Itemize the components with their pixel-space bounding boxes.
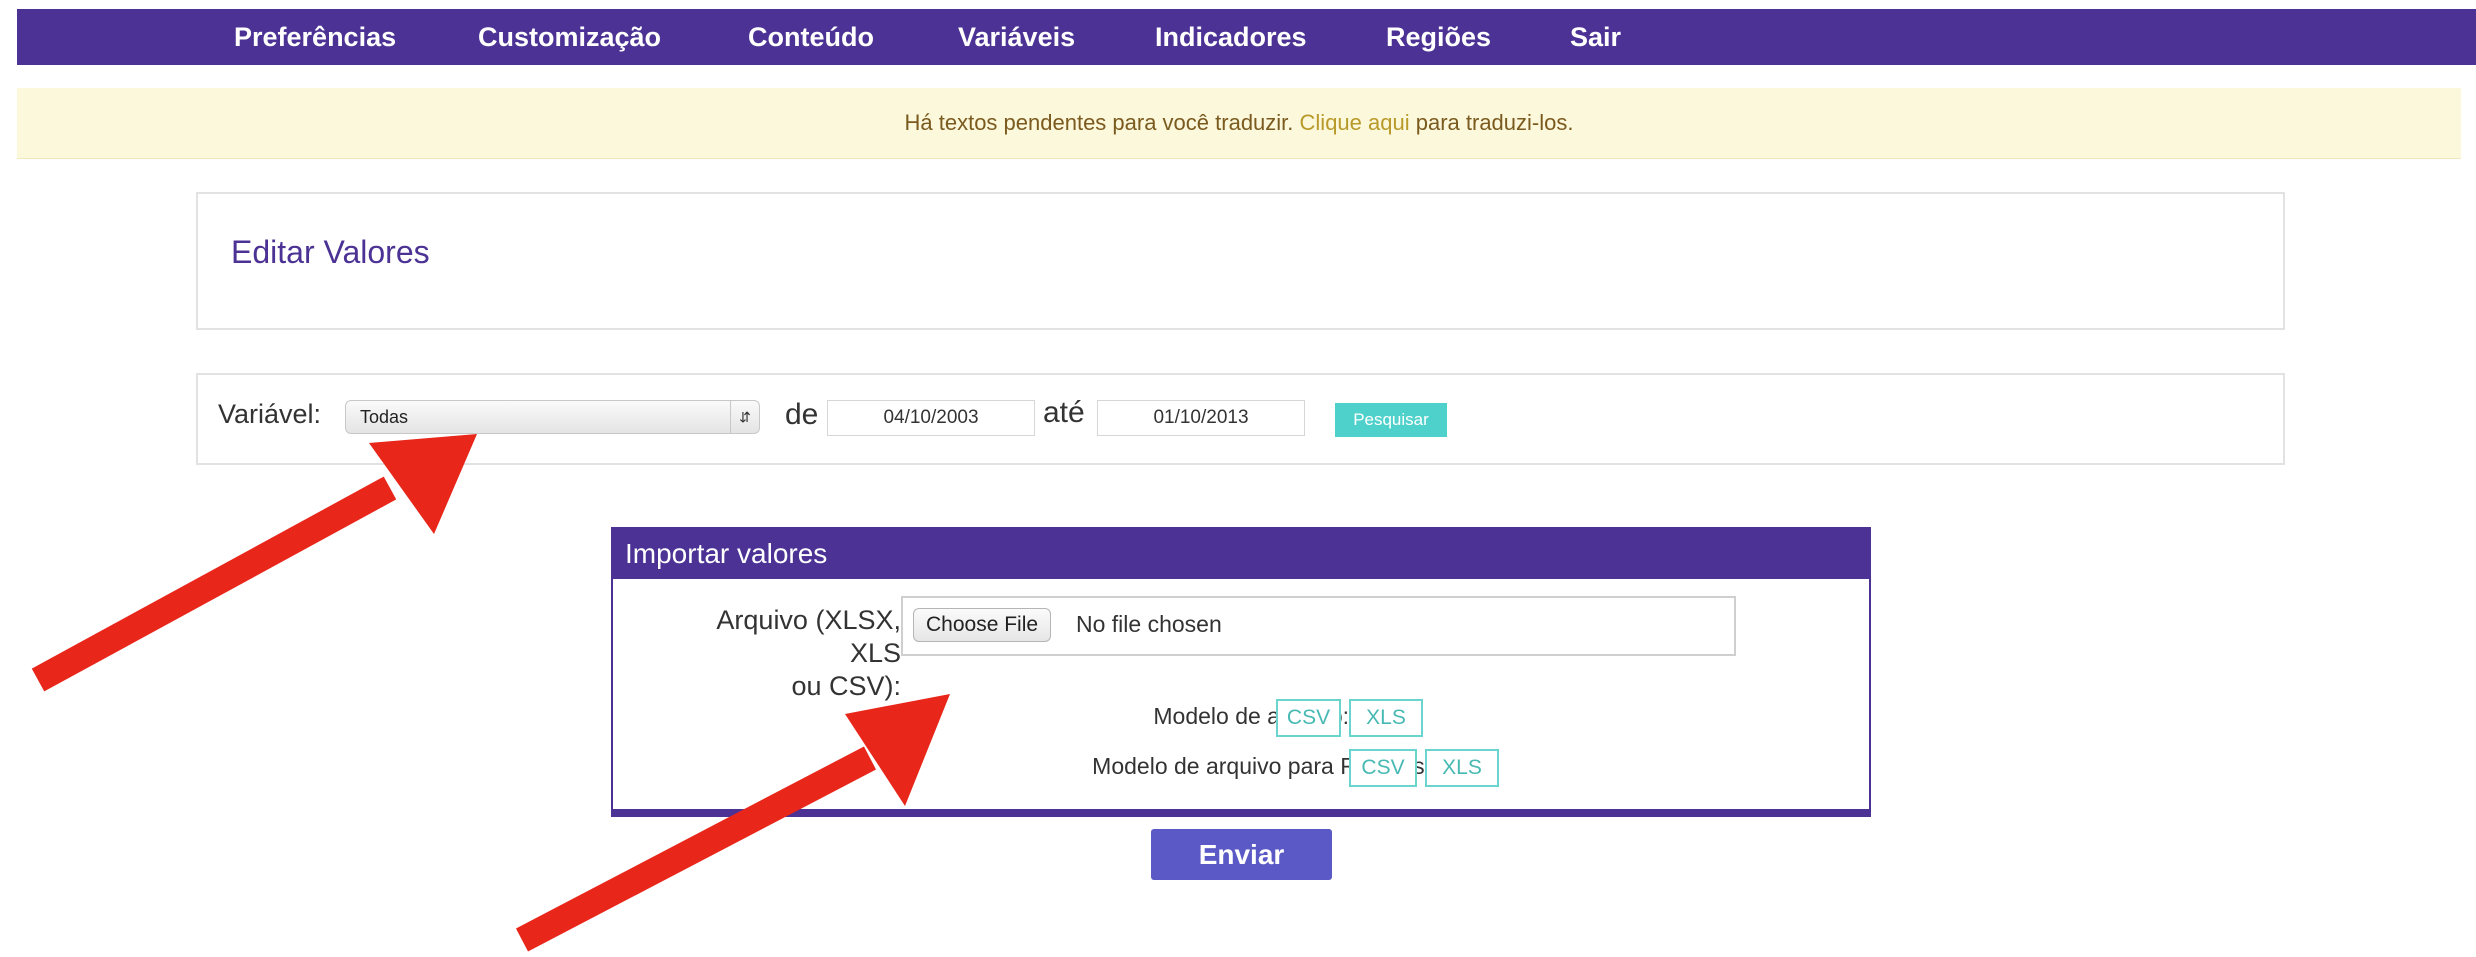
no-file-text: No file chosen xyxy=(1076,611,1222,637)
alert-text-after: para traduzi-los. xyxy=(1415,110,1574,135)
top-nav: Preferências Customização Conteúdo Variá… xyxy=(17,9,2476,65)
submit-button[interactable]: Enviar xyxy=(1151,829,1332,880)
template-csv-link[interactable]: CSV xyxy=(1276,699,1341,737)
edit-values-panel: Editar Valores xyxy=(196,192,2285,330)
file-input[interactable]: Choose File No file chosen xyxy=(901,596,1736,656)
from-date-input[interactable]: 04/10/2003 xyxy=(827,400,1035,436)
choose-file-button[interactable]: Choose File xyxy=(913,608,1052,642)
file-label-line2: ou CSV): xyxy=(791,671,901,701)
alert-link[interactable]: Clique aqui xyxy=(1300,110,1410,135)
nav-regioes[interactable]: Regiões xyxy=(1386,9,1491,65)
import-values-box: Importar valores Arquivo (XLSX, XLS ou C… xyxy=(611,527,1871,817)
arrow-to-variable-select xyxy=(31,434,477,692)
page-title: Editar Valores xyxy=(231,234,430,270)
file-label: Arquivo (XLSX, XLS ou CSV): xyxy=(661,604,901,703)
to-date-input[interactable]: 01/10/2013 xyxy=(1097,400,1305,436)
nav-variaveis[interactable]: Variáveis xyxy=(958,9,1075,65)
alert-text: Há textos pendentes para você traduzir. xyxy=(904,110,1294,135)
file-label-line1: Arquivo (XLSX, XLS xyxy=(716,605,901,668)
search-button[interactable]: Pesquisar xyxy=(1335,403,1447,437)
nav-conteudo[interactable]: Conteúdo xyxy=(748,9,874,65)
to-label: até xyxy=(1043,396,1085,429)
variable-select-value: Todas xyxy=(360,407,409,427)
variable-select[interactable]: Todas ⇵ xyxy=(345,400,760,434)
filter-panel: Variável: Todas ⇵ de 04/10/2003 até 01/1… xyxy=(196,373,2285,465)
regions-csv-link[interactable]: CSV xyxy=(1349,749,1417,787)
nav-preferencias[interactable]: Preferências xyxy=(234,9,396,65)
regions-xls-link[interactable]: XLS xyxy=(1425,749,1499,787)
template-xls-link[interactable]: XLS xyxy=(1349,699,1423,737)
variable-label: Variável: xyxy=(218,399,322,429)
nav-customizacao[interactable]: Customização xyxy=(478,9,661,65)
import-title: Importar valores xyxy=(613,529,1869,579)
select-arrows-icon: ⇵ xyxy=(730,401,759,433)
translation-alert: Há textos pendentes para você traduzir. … xyxy=(17,88,2461,159)
from-label: de xyxy=(785,398,819,431)
nav-sair[interactable]: Sair xyxy=(1570,9,1621,65)
nav-indicadores[interactable]: Indicadores xyxy=(1155,9,1307,65)
